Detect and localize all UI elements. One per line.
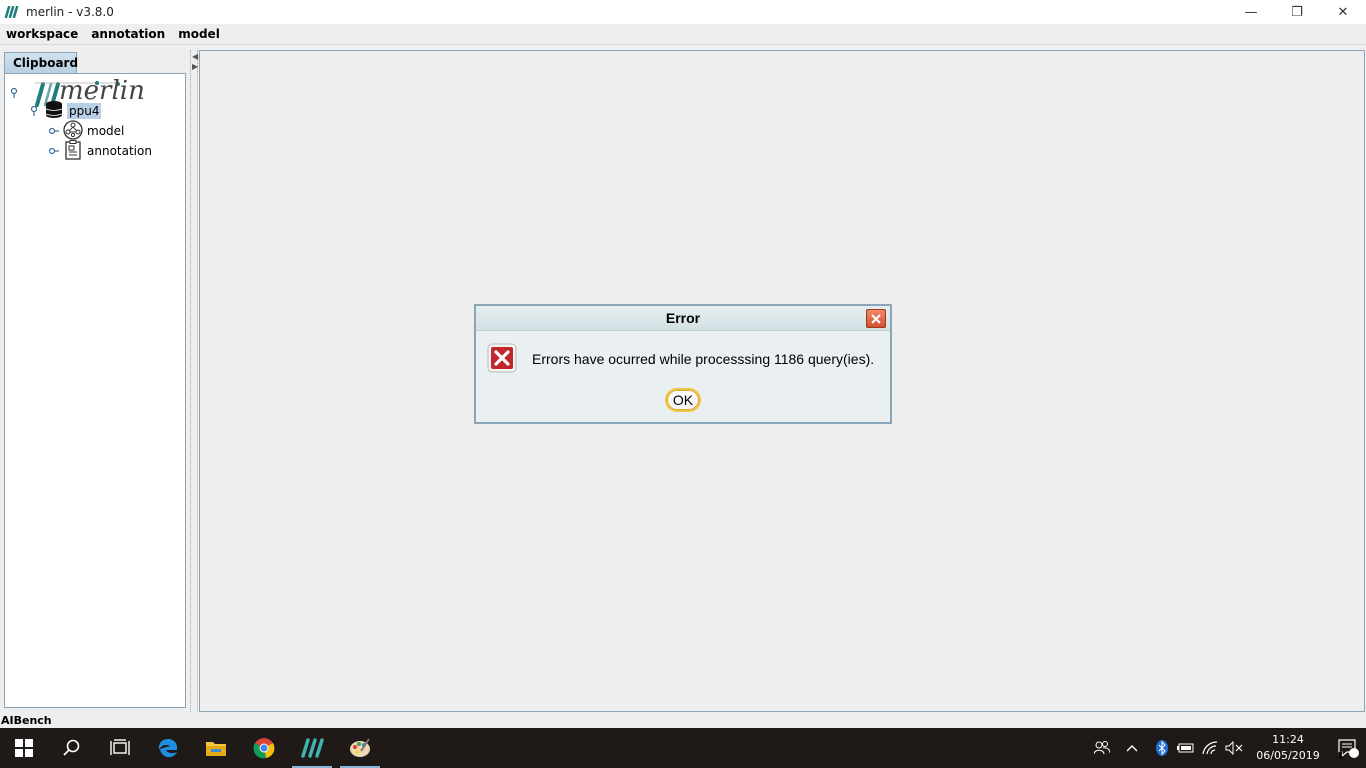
people-icon[interactable]: [1090, 728, 1114, 768]
database-icon: [45, 100, 63, 123]
annotation-icon: [63, 139, 83, 163]
merlin-app-icon: [4, 5, 20, 19]
dialog-title: Error: [665, 310, 701, 326]
tree-node-model[interactable]: model: [49, 119, 125, 141]
error-icon: [487, 343, 517, 373]
bluetooth-icon[interactable]: [1150, 728, 1174, 768]
clipboard-panel: Clipboard merlin ppu4 model annotation: [0, 50, 190, 712]
chrome-icon[interactable]: [240, 728, 288, 768]
window-titlebar: merlin - v3.8.0 — ❐ ✕: [0, 0, 1366, 24]
tree-node-workspace[interactable]: ppu4: [29, 100, 102, 123]
menubar: workspace annotation model: [0, 24, 1366, 45]
volume-muted-icon[interactable]: [1222, 728, 1246, 768]
error-dialog: Error Errors have ocurred while processs…: [474, 304, 892, 424]
tree-label-workspace: ppu4: [67, 103, 102, 119]
menu-model[interactable]: model: [178, 27, 220, 41]
chevron-up-icon[interactable]: [1114, 728, 1150, 768]
paint-icon[interactable]: [336, 728, 384, 768]
task-view-icon[interactable]: [96, 728, 144, 768]
wifi-icon[interactable]: [1198, 728, 1222, 768]
clipboard-tree: merlin ppu4 model annotation: [4, 73, 186, 708]
notification-count: 1: [1337, 751, 1344, 761]
window-title: merlin - v3.8.0: [26, 5, 114, 19]
minimize-button[interactable]: —: [1228, 0, 1274, 24]
close-icon: [871, 313, 881, 324]
clock-date: 06/05/2019: [1256, 749, 1320, 762]
tree-expand-icon[interactable]: [29, 106, 39, 116]
window-controls: — ❐ ✕: [1228, 0, 1366, 24]
windows-taskbar: 11:24 06/05/2019 1: [0, 728, 1366, 768]
status-text: AIBench: [1, 713, 52, 727]
start-icon[interactable]: [0, 728, 48, 768]
close-button[interactable]: ✕: [1320, 0, 1366, 24]
dialog-close-button[interactable]: [866, 309, 886, 328]
status-bar: AIBench: [0, 712, 1366, 728]
tree-collapsed-icon[interactable]: [49, 126, 59, 136]
battery-icon[interactable]: [1174, 728, 1198, 768]
menu-annotation[interactable]: annotation: [91, 27, 165, 41]
dialog-titlebar[interactable]: Error: [476, 306, 890, 331]
merlin-taskbar-icon[interactable]: [288, 728, 336, 768]
tree-label-model: model: [87, 124, 125, 138]
file-explorer-icon[interactable]: [192, 728, 240, 768]
menu-workspace[interactable]: workspace: [6, 27, 78, 41]
tree-expand-icon[interactable]: [9, 88, 19, 98]
tree-node-annotation[interactable]: annotation: [49, 139, 152, 163]
collapse-left-icon[interactable]: ◀: [192, 52, 198, 61]
taskbar-clock[interactable]: 11:24 06/05/2019: [1252, 732, 1324, 764]
edge-icon[interactable]: [144, 728, 192, 768]
ok-button[interactable]: OK: [665, 388, 701, 412]
expand-right-icon[interactable]: ▶: [192, 62, 198, 71]
tree-label-annotation: annotation: [87, 144, 152, 158]
dialog-message: Errors have ocurred while processsing 11…: [532, 351, 875, 367]
panel-splitter[interactable]: ◀ ▶: [190, 50, 198, 712]
system-tray: 11:24 06/05/2019 1: [1090, 728, 1366, 768]
tab-clipboard[interactable]: Clipboard: [4, 52, 78, 73]
restore-button[interactable]: ❐: [1274, 0, 1320, 24]
action-center-icon[interactable]: 1: [1330, 728, 1366, 768]
search-icon[interactable]: [48, 728, 96, 768]
clock-time: 11:24: [1272, 733, 1304, 746]
tree-collapsed-icon[interactable]: [49, 146, 59, 156]
